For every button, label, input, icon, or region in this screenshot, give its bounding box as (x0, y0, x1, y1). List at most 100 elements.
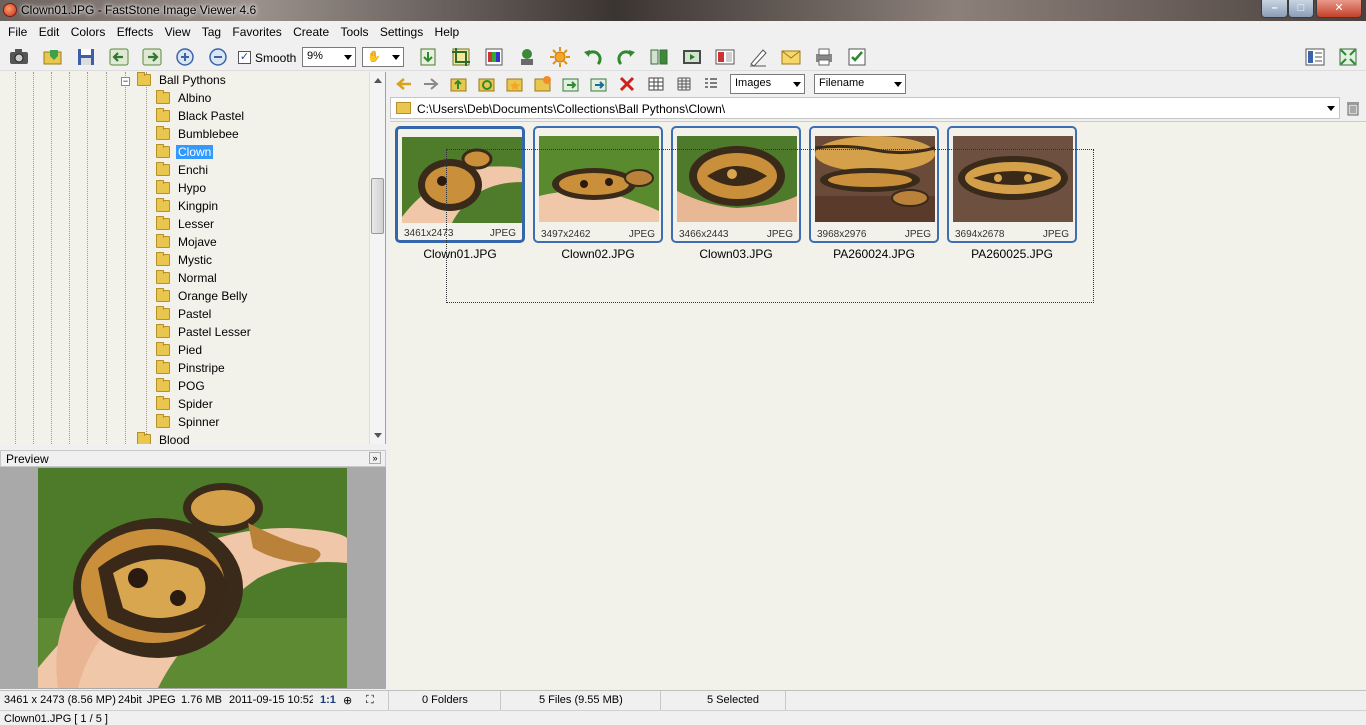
new-folder-icon[interactable] (534, 75, 552, 93)
thumb-view-icon[interactable] (647, 75, 665, 93)
menu-create[interactable]: Create (289, 22, 333, 39)
status-date: 2011-09-15 10:52 (229, 694, 313, 706)
move-to-icon[interactable] (590, 75, 608, 93)
close-button[interactable]: ✕ (1316, 0, 1362, 18)
menu-settings[interactable]: Settings (376, 22, 427, 39)
compare-icon[interactable] (714, 46, 736, 68)
tree-item[interactable]: Spinner (156, 414, 356, 432)
checklist-icon[interactable] (846, 46, 868, 68)
menu-tag[interactable]: Tag (198, 22, 225, 39)
tree-item[interactable]: Pinstripe (156, 360, 356, 378)
folder-icon (156, 162, 170, 176)
tree-item[interactable]: Lesser (156, 216, 356, 234)
stamp-icon[interactable] (516, 46, 538, 68)
fit-icon[interactable]: ⊕ (343, 694, 352, 707)
back-arrow-icon[interactable] (395, 75, 413, 93)
flip-icon[interactable] (648, 46, 670, 68)
app-icon[interactable] (3, 3, 17, 17)
browser-toolbar: Images Filename (390, 72, 1366, 96)
import-icon[interactable] (417, 46, 439, 68)
rotate-left-icon[interactable] (582, 46, 604, 68)
collapse-toggle[interactable]: − (121, 77, 130, 86)
tree-item[interactable]: Mojave (156, 234, 356, 252)
copy-to-icon[interactable] (562, 75, 580, 93)
menu-tools[interactable]: Tools (336, 22, 372, 39)
folder-tree[interactable]: − Ball Pythons Albino Black Pastel Bumbl… (0, 72, 386, 444)
tree-item-ball-pythons[interactable]: Ball Pythons (137, 72, 337, 90)
smooth-checkbox[interactable]: ✓ (238, 51, 251, 64)
refresh-folder-icon[interactable] (478, 75, 496, 93)
tree-item[interactable]: Spider (156, 396, 356, 414)
menu-view[interactable]: View (161, 22, 195, 39)
up-folder-icon[interactable] (450, 75, 468, 93)
favorite-folder-icon[interactable] (506, 75, 524, 93)
zoom-select[interactable]: 9% (302, 47, 356, 67)
path-input[interactable]: C:\Users\Deb\Documents\Collections\Ball … (390, 97, 1340, 119)
tree-item[interactable]: Pied (156, 342, 356, 360)
menu-favorites[interactable]: Favorites (228, 22, 285, 39)
folder-icon (156, 216, 170, 230)
zoom-in-icon[interactable] (174, 46, 196, 68)
tree-scrollbar[interactable] (369, 72, 385, 444)
scroll-down-icon[interactable] (374, 433, 382, 438)
sort-select[interactable]: Filename (814, 74, 906, 94)
menu-effects[interactable]: Effects (113, 22, 157, 39)
folder-icon (156, 396, 170, 410)
filter-select[interactable]: Images (730, 74, 805, 94)
open-folder-icon[interactable] (42, 46, 64, 68)
tree-item[interactable]: POG (156, 378, 356, 396)
sun-icon[interactable] (549, 46, 571, 68)
menu-file[interactable]: File (0, 22, 31, 39)
status-ratio-button[interactable]: 1:1 (320, 694, 336, 706)
menu-help[interactable]: Help (431, 22, 464, 39)
draw-icon[interactable] (747, 46, 769, 68)
scroll-thumb[interactable] (371, 178, 384, 234)
scroll-up-icon[interactable] (374, 78, 382, 83)
tree-item-selected[interactable]: Clown (156, 144, 356, 162)
email-icon[interactable] (780, 46, 802, 68)
tree-item[interactable]: Kingpin (156, 198, 356, 216)
hand-icon: ✋ (367, 51, 381, 63)
grid-view-icon[interactable] (675, 75, 693, 93)
zoom-out-icon[interactable] (207, 46, 229, 68)
tree-item[interactable]: Pastel Lesser (156, 324, 356, 342)
hand-tool-select[interactable]: ✋ (362, 47, 404, 67)
maximize-button[interactable]: □ (1288, 0, 1314, 18)
layout-icon[interactable] (1304, 46, 1326, 68)
delete-icon[interactable] (618, 75, 636, 93)
tree-item[interactable]: Pastel (156, 306, 356, 324)
forward-arrow-icon[interactable] (422, 75, 440, 93)
minimize-button[interactable]: – (1261, 0, 1288, 18)
tree-item[interactable]: Normal (156, 270, 356, 288)
chevron-down-icon[interactable] (1327, 106, 1335, 111)
forward-icon[interactable] (141, 46, 163, 68)
back-icon[interactable] (108, 46, 130, 68)
camera-icon[interactable] (8, 46, 30, 68)
crop-icon[interactable] (450, 46, 472, 68)
print-icon[interactable] (813, 46, 835, 68)
collapse-icon[interactable]: » (369, 452, 381, 464)
save-icon[interactable] (75, 46, 97, 68)
slideshow-icon[interactable] (681, 46, 703, 68)
folder-icon (156, 180, 170, 194)
tree-item[interactable]: Hypo (156, 180, 356, 198)
menu-bar: File Edit Colors Effects View Tag Favori… (0, 22, 1366, 42)
menu-edit[interactable]: Edit (35, 22, 64, 39)
thumbnail-grid[interactable]: 3461x2473 JPEG Clown01.JPG 3497x2462 JPE… (390, 121, 1366, 689)
menu-colors[interactable]: Colors (67, 22, 110, 39)
tree-item[interactable]: Albino (156, 90, 356, 108)
fullscreen-icon[interactable] (1337, 46, 1359, 68)
color-icon[interactable] (483, 46, 505, 68)
rotate-right-icon[interactable] (615, 46, 637, 68)
tree-item[interactable]: Enchi (156, 162, 356, 180)
preview-panel (0, 467, 386, 689)
tree-item[interactable]: Bumblebee (156, 126, 356, 144)
tree-item[interactable]: Black Pastel (156, 108, 356, 126)
tree-item[interactable]: Mystic (156, 252, 356, 270)
tree-item[interactable]: Orange Belly (156, 288, 356, 306)
details-view-icon[interactable] (702, 75, 720, 93)
tree-item-blood[interactable]: Blood (137, 432, 337, 444)
fullscreen-view-icon[interactable]: ⛶ (366, 694, 374, 707)
folder-icon (156, 198, 170, 212)
trash-icon[interactable] (1346, 100, 1360, 116)
